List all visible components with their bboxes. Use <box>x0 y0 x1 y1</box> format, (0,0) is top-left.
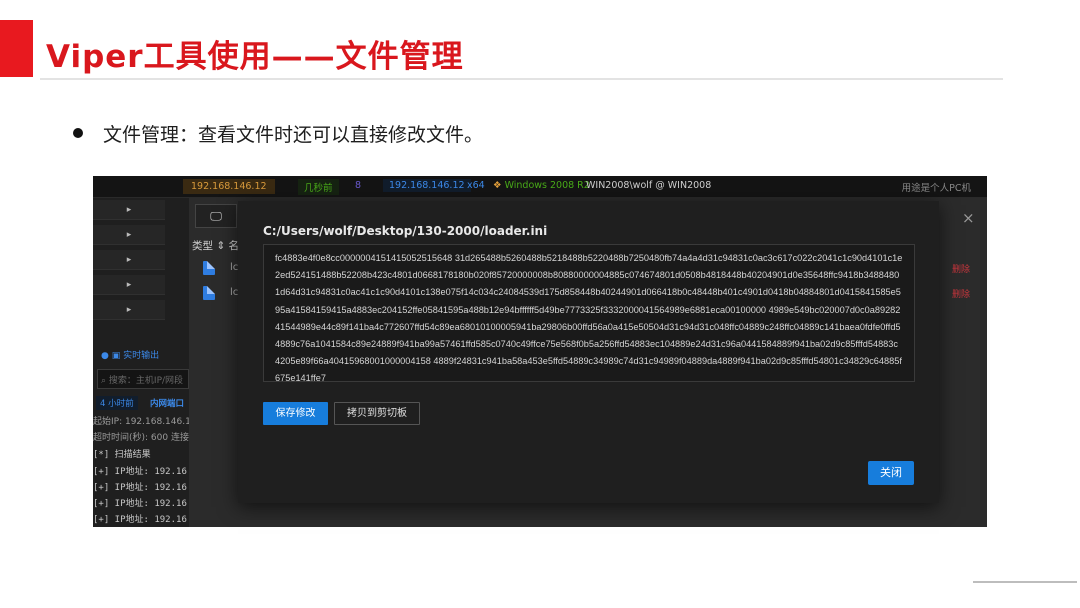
status-dot-icon: ● <box>101 351 109 361</box>
realtime-output-header[interactable]: ● ▣ 实时输出 <box>101 348 197 361</box>
caret-right-icon: ▸ <box>126 305 132 315</box>
file-icon <box>203 286 215 300</box>
session-time: 几秒前 <box>298 179 339 195</box>
output-line: [*] 扫描结果 <box>93 450 151 460</box>
search-icon: ⌕ <box>101 376 107 386</box>
session-os-label: Windows 2008 R2 <box>504 180 590 191</box>
modal-file-path: C:/Users/wolf/Desktop/130-2000/loader.in… <box>263 224 548 238</box>
column-type-header[interactable]: 类型 ⇕ 名 <box>192 238 239 253</box>
windows-icon: ❖ <box>493 180 502 191</box>
copy-to-clipboard-button[interactable]: 拷贝到剪切板 <box>334 402 420 425</box>
session-row-expand[interactable]: ▸ <box>93 225 165 245</box>
session-user: WIN2008\wolf @ WIN2008 <box>586 180 712 191</box>
search-placeholder: 搜索：主机IP/网段 <box>108 376 184 386</box>
session-row-expand[interactable]: ▸ <box>93 250 165 270</box>
output-line: [+] IP地址: 192.16 <box>93 483 187 493</box>
save-changes-button[interactable]: 保存修改 <box>263 402 328 425</box>
task-title: 内网端口 <box>150 399 185 409</box>
file-edit-modal: C:/Users/wolf/Desktop/130-2000/loader.in… <box>238 201 939 503</box>
time-tag: 4 小时前 <box>96 396 138 410</box>
bullet-dot <box>73 128 83 138</box>
output-line: [+] IP地址: 192.16 <box>93 467 187 477</box>
session-num: 8 <box>355 180 362 191</box>
output-line: [+] IP地址: 192.16 <box>93 499 187 509</box>
session-ip2: 192.168.146.12 <box>383 179 471 192</box>
output-line: 起始IP: 192.168.146.1 <box>93 417 189 427</box>
session-ip[interactable]: 192.168.146.12 <box>183 179 275 194</box>
title-accent-bar <box>0 20 33 77</box>
session-arch: x64 <box>467 180 485 191</box>
session-bar: 192.168.146.12 几秒前 8 192.168.146.12 x64 … <box>93 176 987 198</box>
caret-right-icon: ▸ <box>126 230 132 240</box>
search-input[interactable]: ⌕ 搜索：主机IP/网段 <box>97 369 189 389</box>
delete-link[interactable]: 删除 <box>952 287 970 300</box>
caret-right-icon: ▸ <box>126 280 132 290</box>
session-row-expand[interactable]: ▸ <box>93 300 165 320</box>
footer-line <box>973 581 1077 583</box>
monitor-icon[interactable]: 🖵 <box>195 204 237 228</box>
output-line: 超时时间(秒): 600 连接 <box>93 433 189 443</box>
session-list: ▸ ▸ ▸ ▸ ▸ <box>93 198 189 527</box>
close-button[interactable]: 关闭 <box>868 461 914 485</box>
session-row-expand[interactable]: ▸ <box>93 200 165 220</box>
realtime-output-label: 实时输出 <box>123 351 160 361</box>
file-icon <box>203 261 215 275</box>
caret-right-icon: ▸ <box>126 205 132 215</box>
delete-link[interactable]: 删除 <box>952 262 970 275</box>
close-icon[interactable]: × <box>962 209 975 227</box>
file-content-editor[interactable]: fc4883e4f0e8cc0000004151415052515648 31d… <box>263 244 915 382</box>
bullet-text: 文件管理：查看文件时还可以直接修改文件。 <box>103 124 484 146</box>
session-row-expand[interactable]: ▸ <box>93 275 165 295</box>
output-line: [+] IP地址: 192.16 <box>93 515 187 525</box>
slide-title: Viper工具使用——文件管理 <box>46 39 464 75</box>
terminal-icon: ▣ <box>111 351 121 361</box>
caret-right-icon: ▸ <box>126 255 132 265</box>
title-divider <box>40 78 1003 80</box>
session-os: ❖ Windows 2008 R2 <box>493 180 590 191</box>
session-note: 用途是个人PC机 <box>901 183 971 194</box>
